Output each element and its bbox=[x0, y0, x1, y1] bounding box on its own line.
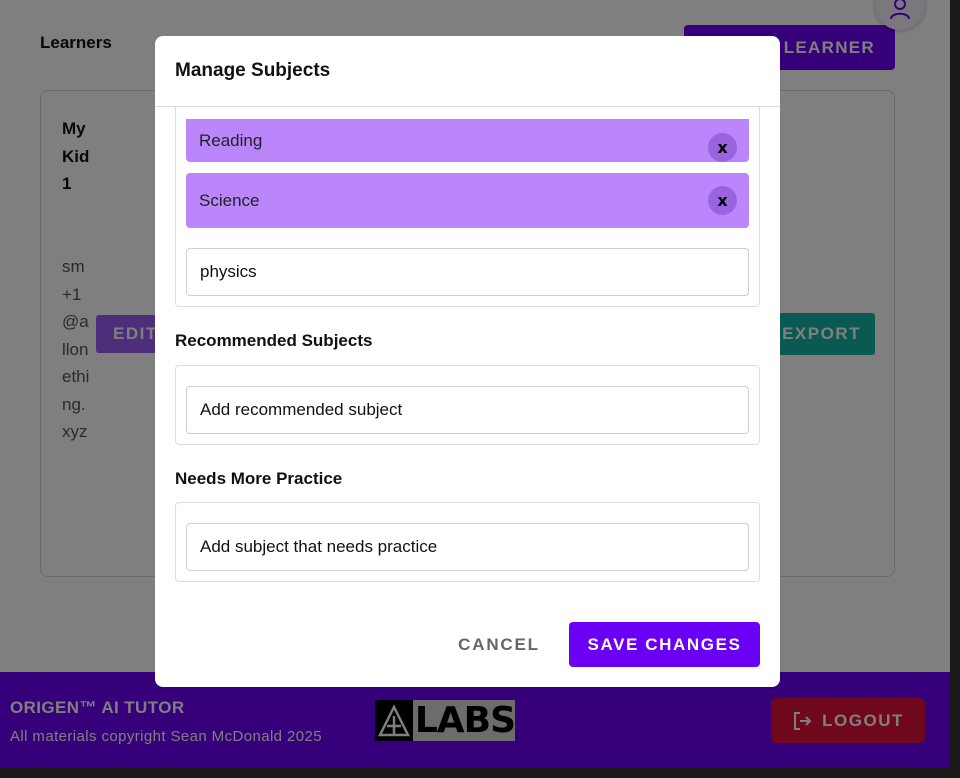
subject-chip-science: Science x bbox=[186, 173, 749, 228]
subject-chip-label: Science bbox=[199, 190, 260, 210]
save-changes-button[interactable]: SAVE CHANGES bbox=[569, 622, 760, 667]
add-subject-input[interactable] bbox=[186, 248, 749, 296]
subject-chip-label: Reading bbox=[199, 130, 263, 150]
needs-practice-heading: Needs More Practice bbox=[175, 469, 343, 488]
needs-practice-input[interactable] bbox=[186, 523, 749, 571]
recommended-subjects-box bbox=[175, 365, 760, 445]
close-icon[interactable]: x bbox=[708, 133, 737, 162]
subjects-list: Reading x Science x bbox=[175, 107, 760, 307]
recommended-subjects-heading: Recommended Subjects bbox=[175, 331, 373, 350]
dialog-title: Manage Subjects bbox=[175, 60, 331, 81]
needs-practice-box bbox=[175, 502, 760, 582]
close-icon[interactable]: x bbox=[708, 186, 737, 215]
cancel-button[interactable]: CANCEL bbox=[448, 622, 550, 667]
recommended-subject-input[interactable] bbox=[186, 386, 749, 434]
manage-subjects-dialog: Manage Subjects Reading x Science x Reco… bbox=[155, 36, 780, 687]
subject-chip-reading: Reading x bbox=[186, 119, 749, 162]
